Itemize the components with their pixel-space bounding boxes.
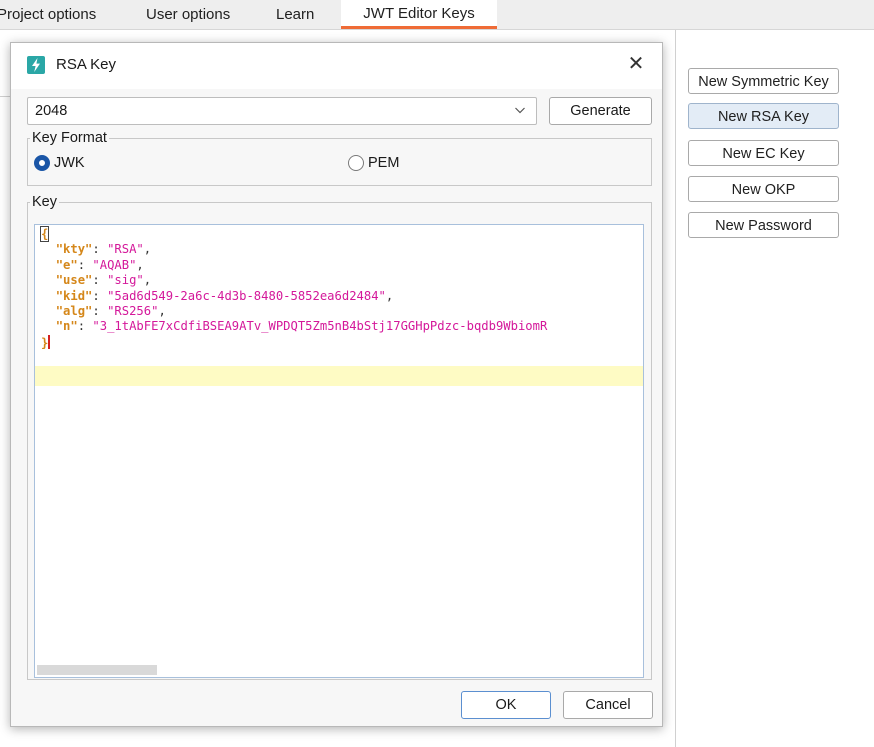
- json-key: "kty": [55, 242, 93, 257]
- top-tab-bar: Project options User options Learn JWT E…: [0, 0, 874, 30]
- json-value: "RS256": [107, 304, 159, 319]
- new-rsa-key-button[interactable]: New RSA Key: [688, 103, 839, 129]
- json-value: "5ad6d549-2a6c-4d3b-8480-5852ea6d2484": [107, 288, 386, 303]
- key-size-select[interactable]: 2048: [27, 97, 537, 125]
- tab-learn[interactable]: Learn: [276, 0, 326, 29]
- new-okp-button[interactable]: New OKP: [688, 176, 839, 202]
- tab-user-options[interactable]: User options: [146, 0, 246, 29]
- lightning-bolt-icon: [27, 56, 45, 74]
- tab-jwt-editor-keys[interactable]: JWT Editor Keys: [341, 0, 497, 29]
- close-icon[interactable]: ✕: [623, 52, 649, 78]
- json-value: "RSA": [107, 242, 144, 257]
- json-value: "AQAB": [92, 257, 137, 272]
- cancel-button[interactable]: Cancel: [563, 691, 653, 719]
- json-key: "alg": [55, 304, 93, 319]
- jwk-radio-label: JWK: [54, 155, 85, 171]
- panel-separator: [675, 30, 676, 747]
- jwk-radio-button[interactable]: [34, 155, 50, 171]
- new-symmetric-key-button[interactable]: New Symmetric Key: [688, 68, 839, 94]
- pem-radio-button[interactable]: [348, 155, 364, 171]
- json-key: "use": [55, 273, 93, 288]
- key-json-editor[interactable]: { "kty": "RSA", "e": "AQAB", "use": "sig…: [34, 224, 644, 678]
- new-ec-key-button[interactable]: New EC Key: [688, 140, 839, 166]
- close-brace: }: [41, 335, 49, 350]
- json-value: "3_1tAbFE7xCdfiBSEA9ATv_WPDQT5Zm5nB4bStj…: [92, 319, 548, 334]
- dialog-title: RSA Key: [56, 56, 117, 73]
- key-format-legend: Key Format: [32, 130, 107, 146]
- json-value: "sig": [107, 273, 144, 288]
- pem-radio-label: PEM: [368, 155, 400, 171]
- text-caret: [48, 334, 50, 349]
- new-password-button[interactable]: New Password: [688, 212, 839, 238]
- chevron-down-icon: [515, 107, 525, 114]
- json-code: { "kty": "RSA", "e": "AQAB", "use": "sig…: [39, 226, 548, 350]
- pem-radio[interactable]: PEM: [348, 154, 418, 174]
- json-key: "e": [55, 257, 78, 272]
- key-legend: Key: [32, 194, 57, 210]
- tab-project-options[interactable]: Project options: [0, 0, 117, 29]
- key-group: Key { "kty": "RSA", "e": "AQAB", "use": …: [27, 194, 652, 680]
- current-line-highlight: [35, 366, 643, 386]
- panel-divider: [0, 96, 10, 97]
- json-key: "n": [55, 319, 78, 334]
- jwk-radio[interactable]: JWK: [34, 154, 104, 174]
- generate-button[interactable]: Generate: [549, 97, 652, 125]
- open-brace: {: [39, 226, 50, 242]
- horizontal-scrollbar[interactable]: [37, 665, 157, 675]
- key-size-value: 2048: [35, 103, 68, 119]
- dialog-titlebar: RSA Key ✕: [11, 43, 662, 89]
- json-key: "kid": [55, 288, 93, 303]
- rsa-key-dialog: RSA Key ✕ 2048 Generate Key Format JWK P…: [10, 42, 663, 727]
- key-format-group: Key Format JWK PEM: [27, 130, 652, 186]
- ok-button[interactable]: OK: [461, 691, 551, 719]
